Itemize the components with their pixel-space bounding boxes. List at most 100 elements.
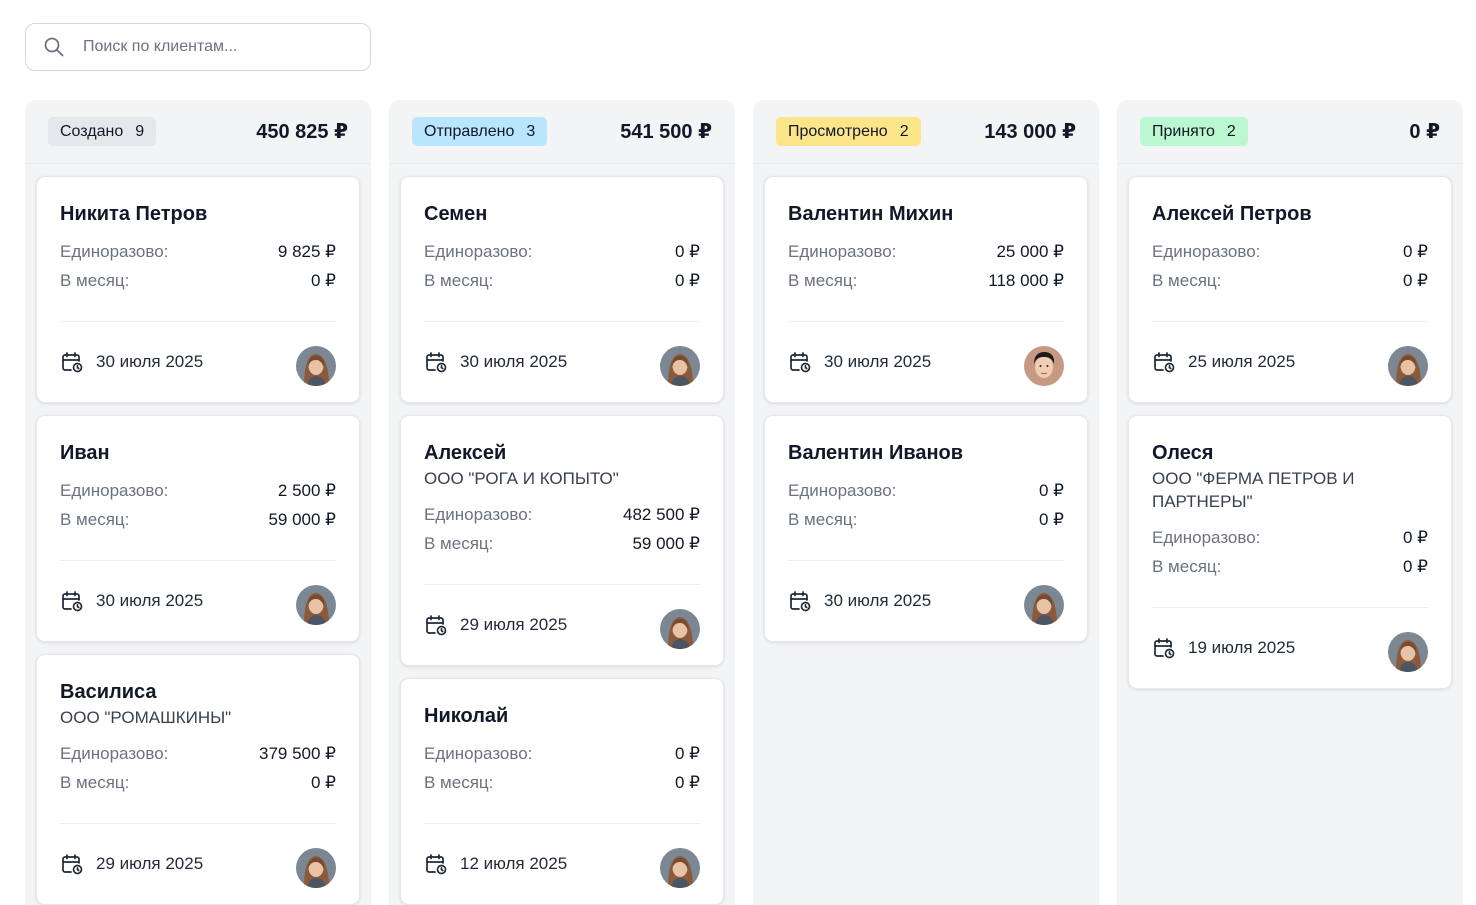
calendar-clock-icon [424, 613, 448, 637]
monthly-value: 118 000 ₽ [988, 271, 1064, 290]
deal-card[interactable]: Валентин Михин Единоразово: 25 000 ₽ В м… [764, 176, 1088, 403]
deal-card[interactable]: Никита Петров Единоразово: 9 825 ₽ В мес… [36, 176, 360, 403]
deal-card[interactable]: Василиса ООО "РОМАШКИНЫ" Единоразово: 37… [36, 654, 360, 905]
monthly-row: В месяц: 0 ₽ [424, 768, 700, 797]
monthly-row: В месяц: 0 ₽ [788, 505, 1064, 534]
client-name: Алексей Петров [1152, 203, 1312, 225]
card-date: 19 июля 2025 [1152, 636, 1295, 660]
card-list: Никита Петров Единоразово: 9 825 ₽ В мес… [25, 164, 371, 905]
calendar-clock-icon [60, 852, 84, 876]
once-value: 25 000 ₽ [996, 242, 1064, 261]
monthly-value: 0 ₽ [311, 271, 336, 290]
column-total: 143 000 ₽ [984, 121, 1076, 143]
avatar[interactable] [660, 609, 700, 649]
avatar[interactable] [296, 585, 336, 625]
status-count: 3 [526, 122, 536, 140]
card-footer: 29 июля 2025 [60, 824, 336, 904]
card-date: 12 июля 2025 [424, 852, 567, 876]
kanban-column: Принято 2 0 ₽ Алексей Петров Единоразово… [1117, 100, 1463, 905]
once-row: Единоразово: 0 ₽ [424, 237, 700, 266]
date-text: 25 июля 2025 [1188, 352, 1296, 371]
once-label: Единоразово: [424, 505, 533, 524]
card-footer: 19 июля 2025 [1152, 608, 1428, 688]
once-label: Единоразово: [60, 242, 169, 261]
kanban-column: Создано 9 450 825 ₽ Никита Петров Единор… [25, 100, 371, 905]
status-badge: Просмотрено 2 [776, 117, 921, 146]
once-label: Единоразово: [1152, 242, 1261, 261]
monthly-label: В месяц: [60, 510, 130, 529]
monthly-value: 0 ₽ [1403, 271, 1428, 290]
status-badge: Создано 9 [48, 117, 157, 146]
once-value: 0 ₽ [1403, 528, 1428, 547]
deal-card[interactable]: Николай Единоразово: 0 ₽ В месяц: 0 ₽ 12… [400, 678, 724, 905]
monthly-label: В месяц: [424, 773, 494, 792]
client-name: Иван [60, 442, 110, 464]
client-name: Николай [424, 705, 509, 727]
search-input[interactable] [83, 38, 353, 56]
monthly-row: В месяц: 59 000 ₽ [424, 529, 700, 558]
monthly-label: В месяц: [424, 534, 494, 553]
amounts: Единоразово: 379 500 ₽ В месяц: 0 ₽ [60, 739, 336, 797]
avatar[interactable] [1024, 346, 1064, 386]
client-name: Валентин Михин [788, 203, 954, 225]
status-title: Просмотрено [788, 122, 888, 140]
deal-card[interactable]: Алексей Петров Единоразово: 0 ₽ В месяц:… [1128, 176, 1452, 403]
monthly-value: 59 000 ₽ [632, 534, 700, 553]
card-date: 29 июля 2025 [60, 852, 203, 876]
once-row: Единоразово: 2 500 ₽ [60, 476, 336, 505]
avatar[interactable] [1388, 632, 1428, 672]
avatar[interactable] [296, 848, 336, 888]
search-icon [43, 36, 65, 58]
search-box[interactable] [25, 23, 371, 71]
column-total: 450 825 ₽ [256, 121, 348, 143]
monthly-row: В месяц: 118 000 ₽ [788, 266, 1064, 295]
status-count: 2 [899, 122, 909, 140]
card-footer: 29 июля 2025 [424, 585, 700, 665]
amounts: Единоразово: 2 500 ₽ В месяц: 59 000 ₽ [60, 476, 336, 534]
deal-card[interactable]: Семен Единоразово: 0 ₽ В месяц: 0 ₽ 30 и… [400, 176, 724, 403]
card-footer: 30 июля 2025 [424, 322, 700, 402]
once-value: 0 ₽ [675, 242, 700, 261]
calendar-clock-icon [60, 589, 84, 613]
deal-card[interactable]: Иван Единоразово: 2 500 ₽ В месяц: 59 00… [36, 415, 360, 642]
once-row: Единоразово: 0 ₽ [1152, 237, 1428, 266]
column-header: Принято 2 0 ₽ [1117, 100, 1463, 164]
once-label: Единоразово: [60, 481, 169, 500]
column-header: Просмотрено 2 143 000 ₽ [753, 100, 1099, 164]
deal-card[interactable]: Валентин Иванов Единоразово: 0 ₽ В месяц… [764, 415, 1088, 642]
avatar[interactable] [660, 346, 700, 386]
deal-card[interactable]: Олеся ООО "ФЕРМА ПЕТРОВ И ПАРТНЕРЫ" Един… [1128, 415, 1452, 689]
once-value: 2 500 ₽ [277, 481, 336, 500]
avatar[interactable] [660, 848, 700, 888]
status-title: Принято [1152, 122, 1215, 140]
card-list: Алексей Петров Единоразово: 0 ₽ В месяц:… [1117, 164, 1463, 689]
monthly-label: В месяц: [1152, 271, 1222, 290]
status-count: 9 [135, 122, 145, 140]
amounts: Единоразово: 0 ₽ В месяц: 0 ₽ [1152, 523, 1428, 581]
card-footer: 25 июля 2025 [1152, 322, 1428, 402]
date-text: 19 июля 2025 [1188, 638, 1296, 657]
client-name: Алексей [424, 442, 507, 464]
status-count: 2 [1226, 122, 1236, 140]
calendar-clock-icon [1152, 350, 1176, 374]
monthly-value: 0 ₽ [311, 773, 336, 792]
once-row: Единоразово: 379 500 ₽ [60, 739, 336, 768]
avatar[interactable] [1388, 346, 1428, 386]
card-date: 30 июля 2025 [60, 350, 203, 374]
column-total: 0 ₽ [1409, 121, 1440, 143]
amounts: Единоразово: 0 ₽ В месяц: 0 ₽ [1152, 237, 1428, 295]
avatar[interactable] [296, 346, 336, 386]
deal-card[interactable]: Алексей ООО "РОГА И КОПЫТО" Единоразово:… [400, 415, 724, 666]
client-company: ООО "РОГА И КОПЫТО" [424, 469, 619, 488]
card-footer: 30 июля 2025 [60, 322, 336, 402]
client-name: Василиса [60, 681, 157, 703]
monthly-label: В месяц: [788, 271, 858, 290]
monthly-value: 0 ₽ [675, 271, 700, 290]
once-label: Единоразово: [424, 744, 533, 763]
calendar-clock-icon [60, 350, 84, 374]
monthly-label: В месяц: [60, 271, 130, 290]
date-text: 30 июля 2025 [96, 352, 204, 371]
card-date: 30 июля 2025 [424, 350, 567, 374]
avatar[interactable] [1024, 585, 1064, 625]
monthly-row: В месяц: 0 ₽ [424, 266, 700, 295]
